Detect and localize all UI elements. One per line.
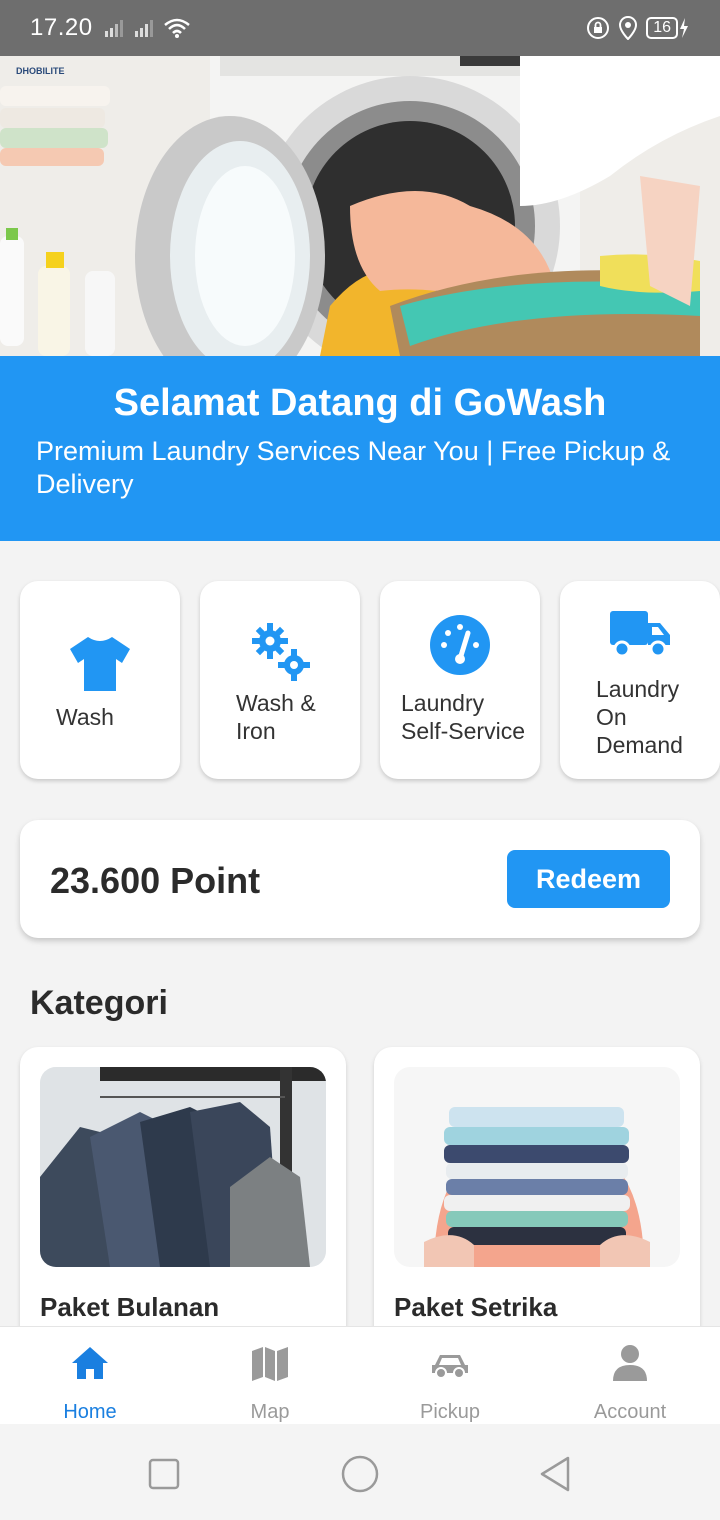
service-card-on-demand[interactable]: Laundry On Demand xyxy=(560,581,720,779)
service-label: Laundry Self-Service xyxy=(401,690,525,744)
suits-image xyxy=(40,1067,326,1267)
category-card-paket-bulanan[interactable]: Paket Bulanan xyxy=(20,1047,346,1367)
home-icon xyxy=(72,1347,108,1379)
nav-label: Map xyxy=(250,1401,290,1423)
signal-icon xyxy=(104,20,123,37)
wifi-icon xyxy=(163,18,190,38)
hero-brand-logo: DHOBILITE xyxy=(16,66,65,76)
banner-subtitle: Premium Laundry Services Near You | Free… xyxy=(36,436,671,499)
tshirt-icon xyxy=(70,637,130,691)
service-card-wash-iron[interactable]: Wash & Iron xyxy=(200,581,360,779)
status-bar: 17.20 16 xyxy=(0,0,720,56)
gauge-icon xyxy=(430,615,490,675)
category-name: Paket Setrika xyxy=(394,1292,558,1322)
category-card-paket-setrika[interactable]: Paket Setrika xyxy=(374,1047,700,1367)
bottom-navigation: Home Map Pickup Account xyxy=(0,1326,720,1424)
kategori-title: Kategori xyxy=(30,984,168,1022)
laundry-photo xyxy=(0,56,720,356)
lock-rotation-icon xyxy=(587,17,610,39)
folded-clothes-image xyxy=(394,1067,680,1267)
banner-title: Selamat Datang di GoWash xyxy=(113,382,607,424)
service-label: Wash xyxy=(56,704,114,730)
status-time: 17.20 xyxy=(30,14,93,41)
service-label: Laundry On Demand xyxy=(596,676,683,758)
status-right: 16 xyxy=(586,16,690,40)
user-icon xyxy=(613,1345,647,1381)
nav-label: Pickup xyxy=(419,1401,481,1423)
nav-label: Home xyxy=(63,1401,117,1423)
gears-icon xyxy=(252,623,310,681)
service-list: Wash Wash & Iron Laundry Self-Service La… xyxy=(20,581,720,779)
points-card: 23.600 Point Redeem xyxy=(20,820,700,938)
welcome-banner: Selamat Datang di GoWash Premium Laundry… xyxy=(0,356,720,541)
map-icon xyxy=(252,1347,288,1381)
nav-label: Account xyxy=(593,1401,667,1423)
nav-pickup[interactable]: Pickup xyxy=(360,1327,540,1425)
back-button-icon[interactable] xyxy=(536,1454,576,1494)
redeem-button[interactable]: Redeem xyxy=(507,850,670,908)
service-card-wash[interactable]: Wash xyxy=(20,581,180,779)
service-card-self-service[interactable]: Laundry Self-Service xyxy=(380,581,540,779)
nav-account[interactable]: Account xyxy=(540,1327,720,1425)
signal-icon xyxy=(134,20,153,37)
points-value: 23.600 Point xyxy=(50,860,261,901)
category-name: Paket Bulanan xyxy=(40,1292,220,1322)
signal-indicators xyxy=(103,17,191,39)
car-icon xyxy=(432,1355,468,1379)
system-navigation xyxy=(0,1424,720,1520)
nav-map[interactable]: Map xyxy=(180,1327,360,1425)
battery-indicator: 16 xyxy=(646,17,690,39)
service-label: Wash & Iron xyxy=(236,690,316,744)
recents-button-icon[interactable] xyxy=(144,1454,184,1494)
hero-image: DHOBILITE xyxy=(0,56,720,356)
nav-home[interactable]: Home xyxy=(0,1327,180,1425)
home-button-icon[interactable] xyxy=(340,1454,380,1494)
battery-level: 16 xyxy=(646,17,678,39)
truck-icon xyxy=(610,611,670,658)
charging-icon xyxy=(680,18,688,38)
location-icon xyxy=(619,16,638,40)
